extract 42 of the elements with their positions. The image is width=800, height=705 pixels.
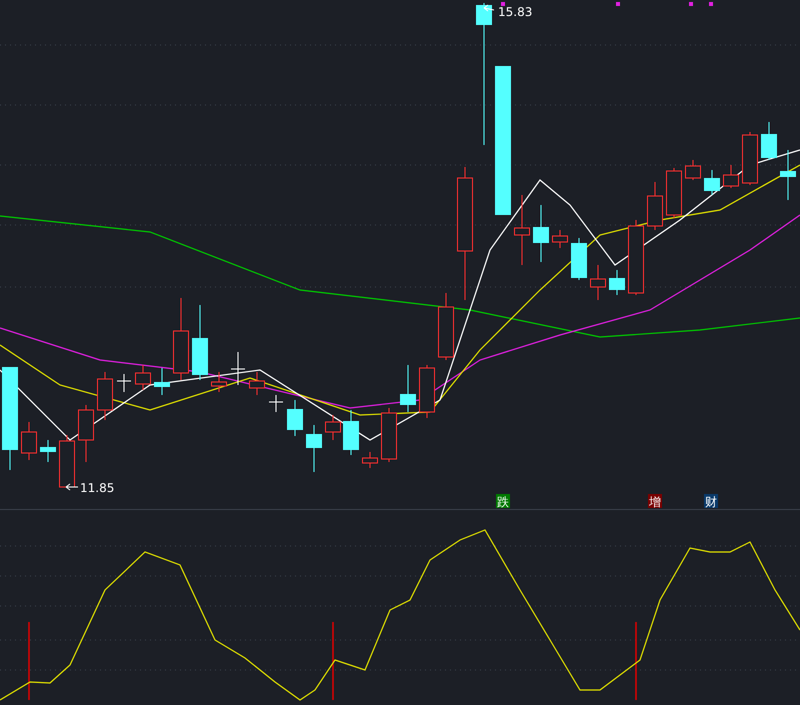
candlestick [325,414,341,440]
candlestick [552,230,568,248]
candlestick [666,168,682,218]
candlestick [780,150,796,200]
candlestick [647,182,663,230]
signal-tag: 跌 [496,494,510,509]
signal-tag: 增 [648,494,662,509]
high-price-label: 15.83 [498,5,532,19]
candlestick [533,204,549,262]
candlestick [249,372,265,396]
candlestick [40,440,56,462]
arrow-icon [66,484,78,490]
candlestick [704,170,720,196]
candlestick [268,394,284,412]
candlestick [343,410,359,456]
candlestick [590,264,606,300]
signal-tag: 财 [704,494,718,509]
candlestick [135,364,151,390]
arrow-icon [484,4,494,12]
candlestick [742,132,758,186]
candlestick [723,164,739,188]
candlestick [230,352,246,386]
candlestick [514,194,530,266]
candlestick [287,400,303,436]
candlestick [59,434,75,488]
low-price-label: 11.85 [80,481,114,495]
candlestick [761,122,777,160]
candlestick [571,238,587,280]
candlestick [211,372,227,392]
candlestick [400,364,416,412]
candlestick [685,160,701,180]
candlestick [381,408,397,462]
candlestick [362,452,378,468]
candlestick [306,424,322,472]
candlestick [154,368,170,396]
candlestick [419,364,435,418]
candlestick [21,422,37,460]
candlestick [97,372,113,420]
candlestick [116,374,132,392]
candlestick [78,404,94,462]
candlestick [609,270,625,296]
candlestick [438,292,454,360]
